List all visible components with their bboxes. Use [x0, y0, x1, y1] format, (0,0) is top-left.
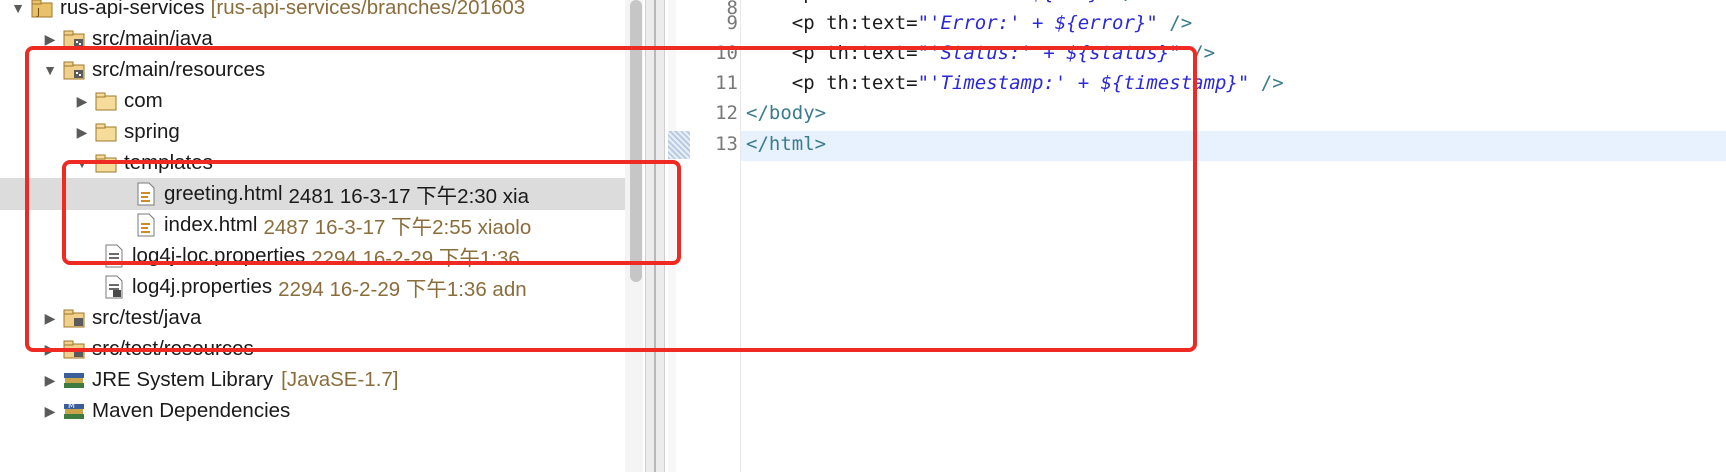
expand-toggle-icon[interactable]: ▶ [40, 372, 60, 389]
code-line: <p th:text="'URL:' + ${url}" /> [746, 0, 1147, 8]
tree-item-label: Maven Dependencies [92, 399, 291, 422]
line-number: 9 [726, 12, 738, 34]
tree-item-decoration: [JavaSE-1.7] [281, 368, 399, 391]
svg-text:J: J [36, 7, 40, 18]
expand-toggle-icon[interactable]: ▼ [8, 0, 28, 16]
maven-library-icon: M [60, 398, 88, 424]
tree-item-project[interactable]: ▼ J rus-api-services [rus-api-services/b… [0, 0, 630, 24]
annotation-box-templates [62, 160, 681, 265]
expand-toggle-icon[interactable]: ▶ [40, 31, 60, 48]
expand-toggle-icon[interactable]: ▶ [40, 403, 60, 420]
code-line: <p th:text="'Error:' + ${error}" /> [746, 12, 1193, 34]
tree-item-label: rus-api-services [60, 0, 205, 19]
tree-item-label: JRE System Library [92, 368, 274, 391]
svg-text:M: M [68, 401, 75, 410]
tree-item-decoration: [rus-api-services/branches/201603 [210, 0, 526, 19]
tree-item-jre-system-library[interactable]: ▶ JRE System Library [JavaSE-1.7] [0, 364, 630, 396]
library-icon [60, 367, 88, 393]
project-icon: J [28, 0, 56, 21]
tree-item-maven-dependencies[interactable]: ▶ M Maven Dependencies [0, 395, 630, 427]
